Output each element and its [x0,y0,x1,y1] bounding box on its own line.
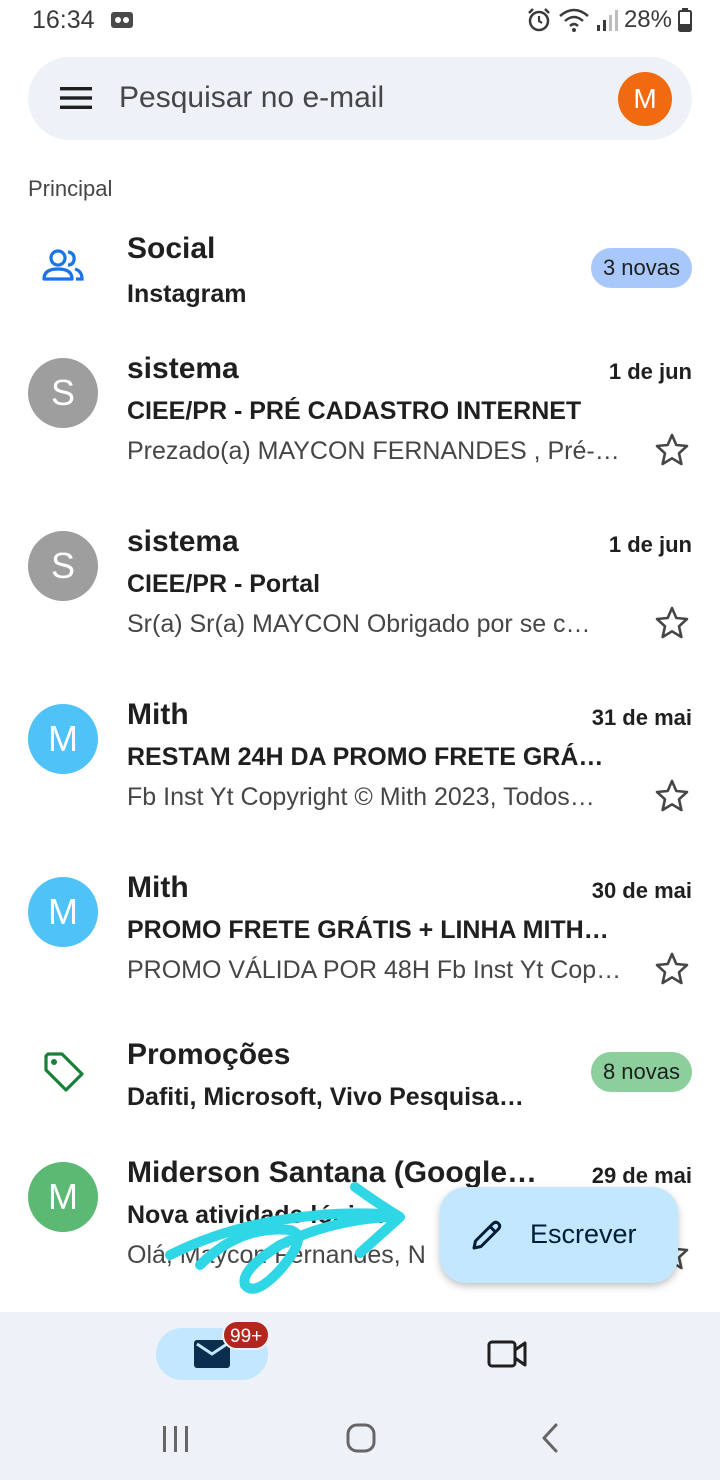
email-subject: PROMO FRETE GRÁTIS + LINHA MITH… [127,916,609,944]
email-row[interactable]: M Mith 30 de mai PROMO FRETE GRÁTIS + LI… [0,859,720,1009]
compose-button[interactable]: Escrever [440,1187,678,1283]
email-sender: sistema [127,352,239,385]
email-subject: Nova atividade lógica [127,1201,383,1229]
email-date: 29 de mai [591,1163,692,1188]
pencil-icon [472,1220,502,1250]
email-date: 31 de mai [591,705,692,730]
new-count-badge: 8 novas [590,1052,692,1092]
alarm-icon [528,8,550,32]
email-sender: Mith [127,871,189,904]
email-subject: CIEE/PR - Portal [127,570,321,598]
voicemail-icon [111,12,133,28]
bottom-navigation: 99+ [0,1312,720,1480]
email-sender: Miderson Santana (Google… [127,1156,538,1189]
signal-icon [596,10,618,31]
email-date: 1 de jun [608,359,692,384]
menu-icon[interactable] [60,84,92,112]
email-preview: Prezado(a) MAYCON FERNANDES , Pré-… [127,437,620,465]
star-icon[interactable] [654,605,690,641]
search-bar[interactable]: Pesquisar no e-mail M [28,57,692,140]
email-row[interactable]: S sistema 1 de jun CIEE/PR - PRÉ CADASTR… [0,340,720,490]
email-sender: sistema [127,525,239,558]
compose-label: Escrever [530,1219,637,1249]
category-promotions[interactable]: Promoções Dafiti, Microsoft, Vivo Pesqui… [0,1030,720,1130]
email-subject: CIEE/PR - PRÉ CADASTRO INTERNET [127,397,582,425]
category-social[interactable]: Social Instagram 3 novas [0,224,720,324]
back-icon[interactable] [538,1422,562,1454]
email-preview: Olá, Maycon Fernandes, N [127,1241,426,1269]
email-date: 1 de jun [608,532,692,557]
unread-badge: 99+ [222,1320,271,1350]
status-time: 16:34 [32,6,95,34]
category-title: Promoções [127,1038,291,1071]
recent-apps-icon[interactable] [160,1424,192,1454]
home-icon[interactable] [345,1422,377,1454]
star-icon[interactable] [654,778,690,814]
people-icon [42,249,84,281]
email-sender: Mith [127,698,189,731]
battery-icon [678,8,692,32]
status-bar: 16:34 28% [0,0,720,44]
sender-avatar: M [28,704,98,774]
tag-icon [44,1052,84,1092]
battery-percent: 28% [623,6,672,33]
wifi-icon [559,8,589,32]
sender-avatar: M [28,877,98,947]
video-camera-icon[interactable] [486,1336,528,1372]
sender-avatar: M [28,1162,98,1232]
email-row[interactable]: S sistema 1 de jun CIEE/PR - Portal Sr(a… [0,513,720,663]
new-count-badge: 3 novas [590,248,692,288]
email-preview: Sr(a) Sr(a) MAYCON Obrigado por se c… [127,610,591,638]
category-subtitle: Instagram [127,280,247,308]
email-subject: RESTAM 24H DA PROMO FRETE GRÁ… [127,743,604,771]
star-icon[interactable] [654,432,690,468]
email-preview: Fb Inst Yt Copyright © Mith 2023, Todos… [127,783,595,811]
email-date: 30 de mai [591,878,692,903]
email-row[interactable]: M Mith 31 de mai RESTAM 24H DA PROMO FRE… [0,686,720,836]
search-input[interactable]: Pesquisar no e-mail [119,81,384,115]
email-preview: PROMO VÁLIDA POR 48H Fb Inst Yt Cop… [127,956,622,984]
category-subtitle: Dafiti, Microsoft, Vivo Pesquisa… [127,1083,524,1111]
sender-avatar: S [28,531,98,601]
sender-avatar: S [28,358,98,428]
system-navigation [0,1400,720,1480]
star-icon[interactable] [654,951,690,987]
account-avatar[interactable]: M [618,72,672,126]
status-icons: 28% [526,6,692,34]
category-title: Social [127,232,216,265]
section-label: Principal [28,176,113,201]
